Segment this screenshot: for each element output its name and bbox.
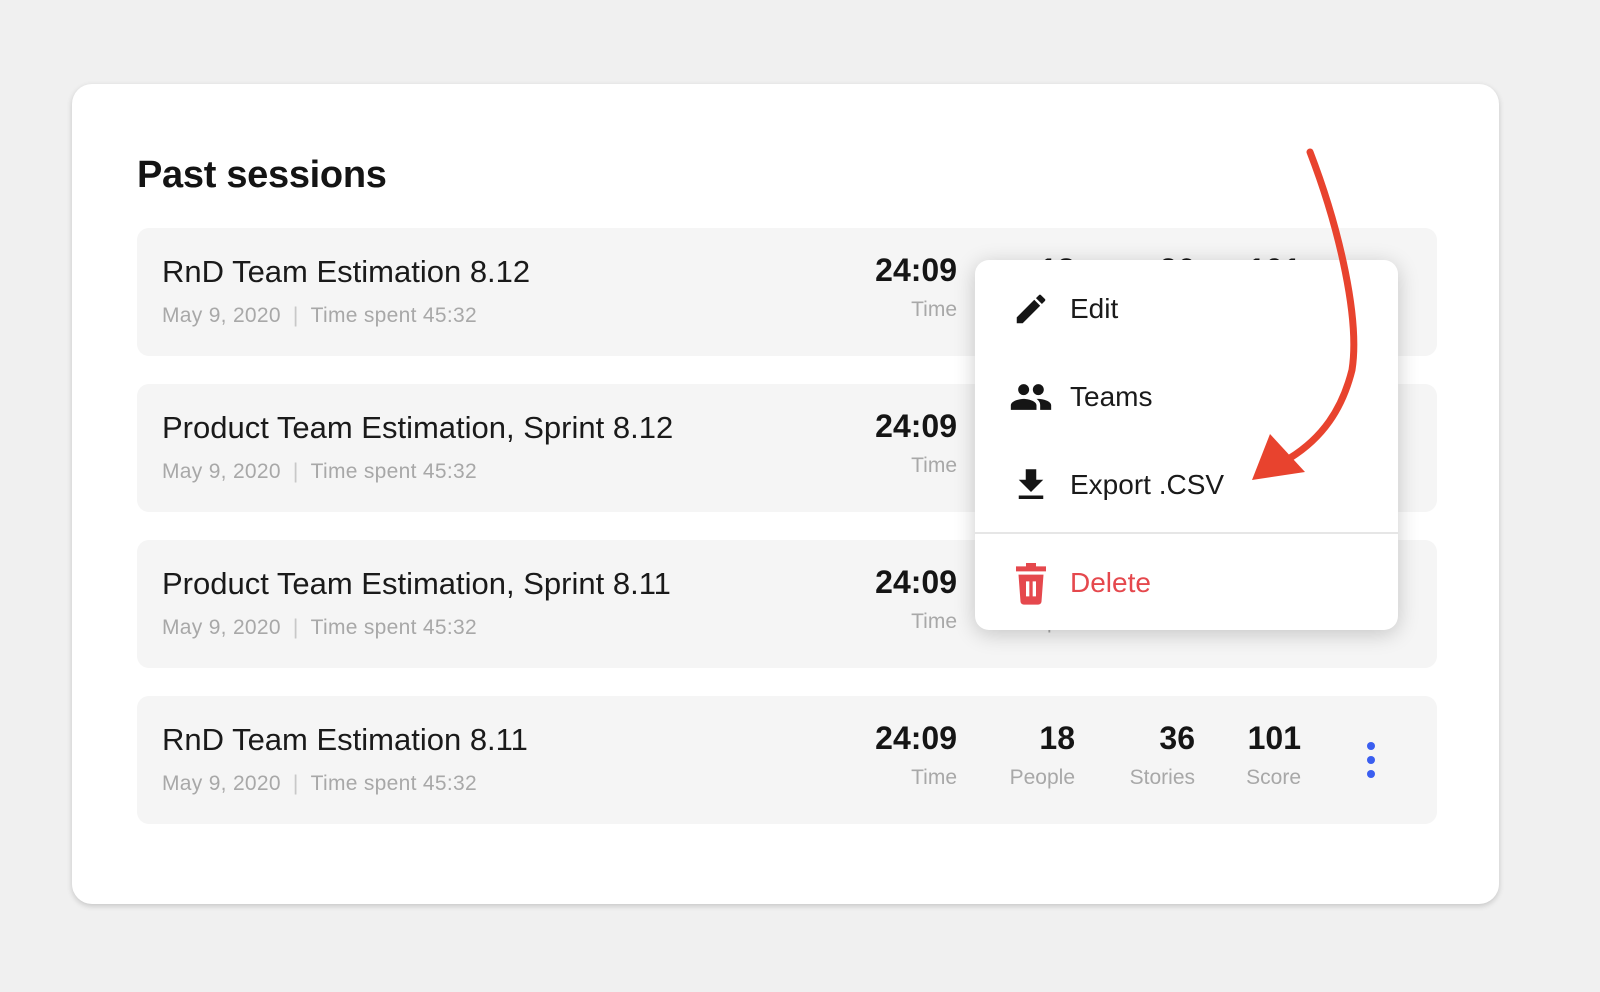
menu-item-delete[interactable]: Delete: [975, 548, 1398, 618]
menu-item-label: Export .CSV: [1070, 469, 1225, 500]
session-time-spent: Time spent 45:32: [310, 460, 477, 483]
meta-separator: |: [292, 304, 299, 327]
download-icon: [1009, 463, 1053, 507]
session-date: May 9, 2020: [162, 304, 281, 327]
more-options-icon[interactable]: [1363, 742, 1379, 778]
stat-people: 18 People: [1010, 718, 1075, 793]
session-date: May 9, 2020: [162, 460, 281, 483]
menu-item-label: Delete: [1070, 567, 1151, 598]
session-time-spent: Time spent 45:32: [310, 616, 477, 639]
stat-people-value: 18: [1039, 720, 1075, 756]
session-time-spent: Time spent 45:32: [310, 304, 477, 327]
stat-time-value: 24:09: [875, 720, 957, 756]
stat-time: 24:09 Time: [875, 250, 957, 325]
stat-time-value: 24:09: [875, 252, 957, 288]
menu-divider: [975, 532, 1398, 534]
stat-time-label: Time: [911, 766, 957, 789]
row-context-menu: Edit Teams Export .CSV Delete: [975, 260, 1398, 630]
session-row[interactable]: RnD Team Estimation 8.11 May 9, 2020 | Tim…: [137, 696, 1437, 824]
meta-separator: |: [292, 772, 299, 795]
stat-time: 24:09 Time: [875, 562, 957, 637]
menu-item-edit[interactable]: Edit: [975, 274, 1398, 344]
stat-score-label: Score: [1246, 766, 1301, 789]
session-meta: May 9, 2020 | Time spent 45:32: [162, 304, 477, 328]
stat-time-label: Time: [911, 298, 957, 321]
stat-stories-value: 36: [1159, 720, 1195, 756]
meta-separator: |: [292, 616, 299, 639]
stat-time-value: 24:09: [875, 408, 957, 444]
session-time-spent: Time spent 45:32: [310, 772, 477, 795]
session-title: Product Team Estimation, Sprint 8.12: [162, 410, 674, 445]
stat-stories-label: Stories: [1129, 766, 1195, 789]
meta-separator: |: [292, 460, 299, 483]
stat-time-value: 24:09: [875, 564, 957, 600]
stat-time-label: Time: [911, 454, 957, 477]
session-meta: May 9, 2020 | Time spent 45:32: [162, 460, 477, 484]
session-title: Product Team Estimation, Sprint 8.11: [162, 566, 671, 601]
stat-time: 24:09 Time: [875, 718, 957, 793]
menu-item-label: Edit: [1070, 293, 1119, 324]
stat-stories: 36 Stories: [1130, 718, 1195, 793]
session-title: RnD Team Estimation 8.11: [162, 722, 528, 757]
menu-item-export-csv[interactable]: Export .CSV: [975, 450, 1398, 520]
page-title: Past sessions: [137, 154, 387, 196]
pencil-icon: [1009, 287, 1053, 331]
session-meta: May 9, 2020 | Time spent 45:32: [162, 616, 477, 640]
session-date: May 9, 2020: [162, 772, 281, 795]
session-title: RnD Team Estimation 8.12: [162, 254, 531, 289]
session-meta: May 9, 2020 | Time spent 45:32: [162, 772, 477, 796]
stat-time: 24:09 Time: [875, 406, 957, 481]
menu-item-teams[interactable]: Teams: [975, 362, 1398, 432]
stat-score: 101 Score: [1246, 718, 1301, 793]
people-icon: [1009, 375, 1053, 419]
stat-people-label: People: [1009, 766, 1075, 789]
menu-item-label: Teams: [1070, 381, 1153, 412]
stat-time-label: Time: [911, 610, 957, 633]
stat-score-value: 101: [1247, 720, 1301, 756]
trash-icon: [1009, 561, 1053, 605]
session-date: May 9, 2020: [162, 616, 281, 639]
